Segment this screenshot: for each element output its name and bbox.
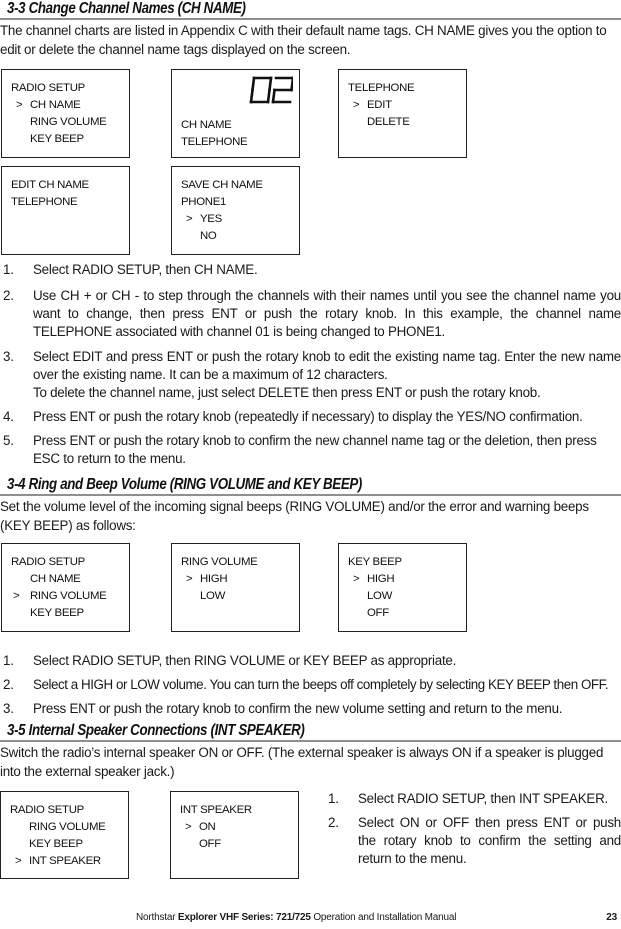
lcd-line: RADIO SETUP [11,556,85,568]
section-intro-3-3: The channel charts are listed in Appendi… [0,23,607,57]
lcd-line: PHONE1 [181,196,227,208]
lcd-screen-telephone-edit: TELEPHONE > EDIT DELETE [338,69,467,158]
lcd-line: OFF [367,607,389,619]
segment-e [249,88,254,104]
lcd-line: INT SPEAKER [180,804,252,816]
lcd-line: SAVE CH NAME [181,179,263,191]
lcd-line-selected: > RING VOLUME [13,590,107,602]
lcd-screen-radio-setup: RADIO SETUP CH NAME > RING VOLUME KEY BEE… [1,543,130,632]
lcd-screen-ring-volume: RING VOLUME > HIGH LOW [171,543,300,632]
lcd-screen-int-speaker: INT SPEAKER > ON OFF [170,791,299,879]
lcd-line-selected: > YES [186,213,222,225]
lcd-line-selected: > ON [185,821,216,833]
lcd-line: EDIT CH NAME [11,179,89,191]
section-divider [0,494,621,496]
page-number: 23 [606,912,617,923]
lcd-screen-radio-setup: RADIO SETUP RING VOLUME KEY BEEP > INT SP… [0,791,129,879]
lcd-screen-ch-name: CH NAME TELEPHONE [171,69,300,158]
lcd-line: RING VOLUME [181,556,258,568]
lcd-line: TELEPHONE [11,196,78,208]
lcd-line: TELEPHONE [348,82,415,94]
segment-c [266,88,271,104]
section-divider [0,18,621,20]
lcd-line-selected: > CH NAME [16,99,81,111]
lcd-screen-key-beep: KEY BEEP > HIGH LOW OFF [338,543,467,632]
lcd-line: OFF [199,838,221,850]
lcd-line: KEY BEEP [30,607,84,619]
section-title-3-5: 3-5 Internal Speaker Connections (INT SP… [7,722,305,739]
section-intro-3-4: Set the volume level of the incoming sig… [0,499,589,533]
page-footer: Northstar Explorer VHF Series: 721/725 O… [0,912,621,926]
lcd-line: RADIO SETUP [10,804,84,816]
lcd-line: RADIO SETUP [11,82,85,94]
lcd-line: KEY BEEP [29,838,83,850]
section-intro-3-5: Switch the radio’s internal speaker ON o… [0,745,604,779]
lcd-line: LOW [367,590,393,602]
lcd-line-selected: > HIGH [353,573,395,585]
footer-title: Northstar Explorer VHF Series: 721/725 O… [136,912,457,923]
lcd-line: TELEPHONE [181,136,248,148]
segment-f [251,76,256,92]
lcd-line: RING VOLUME [29,821,106,833]
lcd-line-selected: > INT SPEAKER [15,855,101,867]
lcd-line: KEY BEEP [348,556,402,568]
section-divider [0,740,621,742]
lcd-line: CH NAME [181,119,232,131]
lcd-line: RING VOLUME [30,116,107,128]
segment-e [271,88,276,104]
section-title-3-4: 3-4 Ring and Beep Volume (RING VOLUME an… [7,476,363,493]
lcd-line: LOW [200,590,226,602]
seven-segment-channel-display [249,76,293,104]
lcd-line: NO [200,230,217,242]
manual-page: 3-3 Change Channel Names (CH NAME) The c… [0,0,621,929]
lcd-line-selected: > EDIT [353,99,392,111]
lcd-screen-radio-setup: RADIO SETUP > CH NAME RING VOLUME KEY BEE… [1,69,130,158]
segment-b [268,76,273,92]
section-title-3-3: 3-3 Change Channel Names (CH NAME) [7,0,246,17]
segment-b [290,76,293,92]
lcd-screen-edit-ch-name: EDIT CH NAME TELEPHONE [1,166,130,255]
lcd-line: CH NAME [30,573,81,585]
lcd-line-selected: > HIGH [186,573,228,585]
lcd-screen-save-ch-name: SAVE CH NAME PHONE1 > YES NO [171,166,300,255]
lcd-line: DELETE [367,116,410,128]
lcd-line: KEY BEEP [30,133,84,145]
